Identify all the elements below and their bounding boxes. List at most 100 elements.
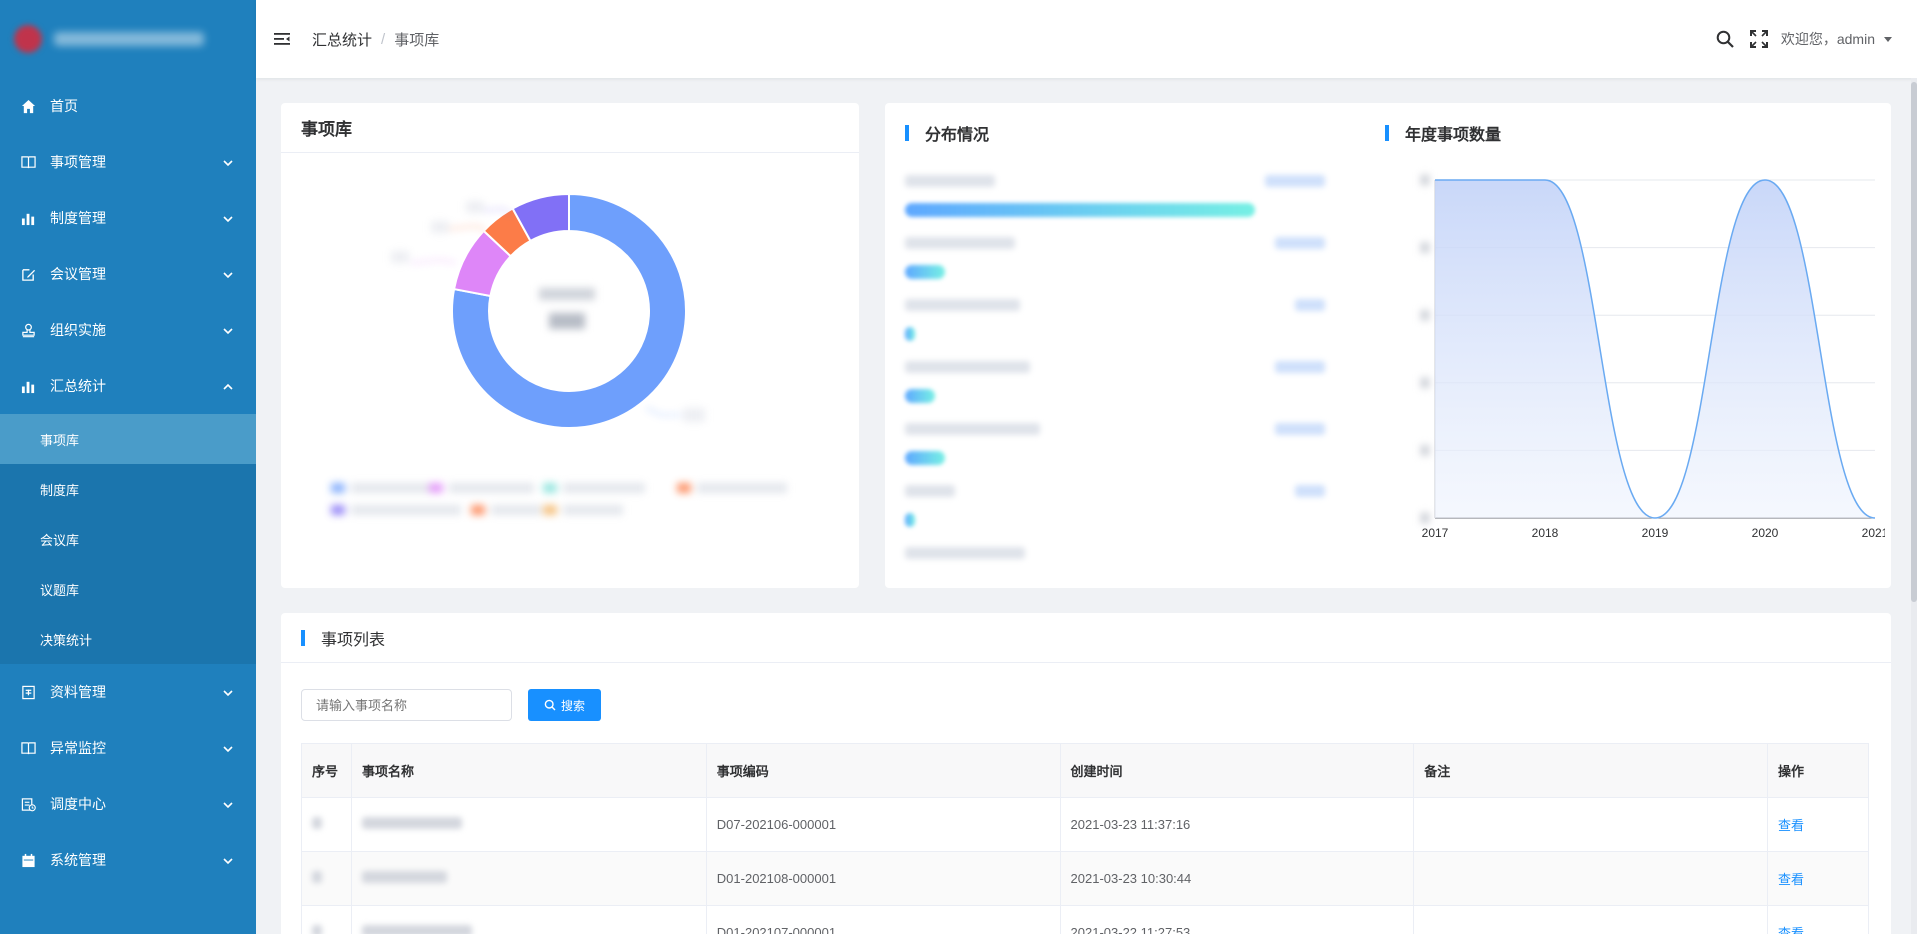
fullscreen-icon[interactable] [1749, 29, 1769, 49]
sidebar-item-label: 制度管理 [50, 210, 106, 226]
bar-chart-icon [20, 210, 36, 226]
row-code: D01-202107-000001 [705, 905, 1061, 934]
column-header-created: 创建时间 [1059, 743, 1415, 798]
caret-down-icon[interactable] [1883, 34, 1893, 44]
breadcrumb-item-current: 事项库 [394, 31, 440, 49]
sidebar-item-label: 组织实施 [50, 322, 106, 338]
x-tick-label: 2019 [1642, 526, 1669, 540]
x-tick-label: 2021 [1862, 526, 1885, 540]
row-action: 查看 [1767, 797, 1869, 852]
file-icon [20, 684, 36, 700]
sidebar-item-system-management[interactable]: 系统管理 [0, 832, 256, 888]
row-remark [1413, 797, 1769, 852]
view-link[interactable]: 查看 [1778, 818, 1804, 833]
card-header: 事项库 [281, 103, 859, 153]
table-header-row: 序号 事项名称 事项编码 创建时间 备注 操作 [301, 743, 1869, 798]
search-button[interactable]: 搜索 [528, 689, 601, 721]
home-icon [20, 98, 36, 114]
sidebar-item-material-management[interactable]: 资料管理 [0, 664, 256, 720]
logo-text-blurred [54, 32, 204, 46]
row-remark [1413, 905, 1769, 934]
sidebar-item-label: 事项管理 [50, 154, 106, 170]
x-tick-label: 2017 [1422, 526, 1449, 540]
row-created: 2021-03-23 11:37:16 [1059, 797, 1415, 852]
distribution-title: 分布情况 [905, 121, 989, 145]
chevron-down-icon [222, 742, 234, 754]
y-tick-label-blurred [1421, 513, 1429, 523]
y-tick-label-blurred [1421, 242, 1429, 253]
matter-name-search-input[interactable] [301, 689, 512, 721]
header-actions: 欢迎您，admin [1701, 0, 1893, 78]
row-index-blurred [301, 797, 352, 852]
row-action: 查看 [1767, 851, 1869, 906]
sidebar-item-label: 会议管理 [50, 266, 106, 282]
view-link[interactable]: 查看 [1778, 926, 1804, 934]
row-action: 查看 [1767, 905, 1869, 934]
sidebar-subitem-decision-statistics[interactable]: 决策统计 [0, 614, 256, 664]
y-tick-label-blurred [1421, 310, 1429, 321]
table-row: D01-202108-000001 2021-03-23 10:30:44 查看 [301, 851, 1869, 906]
sidebar-item-label: 调度中心 [50, 796, 106, 812]
row-code: D01-202108-000001 [705, 851, 1061, 906]
yearly-count-title: 年度事项数量 [1385, 121, 1501, 145]
row-remark [1413, 851, 1769, 906]
sidebar-item-label: 汇总统计 [50, 378, 106, 394]
column-header-remark: 备注 [1413, 743, 1769, 798]
search-icon [544, 699, 556, 711]
user-welcome[interactable]: 欢迎您，admin [1781, 29, 1875, 49]
sidebar-item-label: 系统管理 [50, 852, 106, 868]
stamp-icon [20, 322, 36, 338]
chevron-down-icon [222, 156, 234, 168]
sidebar-subitem-matter-library[interactable]: 事项库 [0, 414, 256, 464]
row-code: D07-202106-000001 [705, 797, 1061, 852]
sidebar: 首页 事项管理 制度管理 会议管理 组织实施 汇总统计 事项库 制度库 会议库 … [0, 0, 256, 934]
table-row: D07-202106-000001 2021-03-23 11:37:16 查看 [301, 797, 1869, 852]
donut-legend [331, 483, 787, 515]
row-name-blurred [350, 797, 707, 852]
sidebar-subitem-topic-library[interactable]: 议题库 [0, 564, 256, 614]
sidebar-item-matter-management[interactable]: 事项管理 [0, 134, 256, 190]
sidebar-item-label: 资料管理 [50, 684, 106, 700]
view-link[interactable]: 查看 [1778, 872, 1804, 887]
column-header-action: 操作 [1767, 743, 1869, 798]
chevron-down-icon [222, 268, 234, 280]
matter-list-card: 事项列表 搜索 序号 事项名称 事项编码 创建时间 备注 操作 D07-2021… [281, 613, 1891, 934]
row-index-blurred [301, 905, 352, 934]
y-tick-label-blurred [1421, 175, 1429, 185]
sidebar-item-home[interactable]: 首页 [0, 78, 256, 134]
sidebar-item-dispatch-center[interactable]: 调度中心 [0, 776, 256, 832]
breadcrumb-separator: / [381, 30, 386, 48]
chevron-down-icon [222, 212, 234, 224]
donut-center-label [539, 288, 595, 329]
sidebar-item-meeting-management[interactable]: 会议管理 [0, 246, 256, 302]
matter-table: 序号 事项名称 事项编码 创建时间 备注 操作 D07-202106-00000… [301, 743, 1869, 934]
search-icon[interactable] [1715, 29, 1735, 49]
summary-statistics-submenu: 事项库 制度库 会议库 议题库 决策统计 [0, 414, 256, 664]
sidebar-subitem-policy-library[interactable]: 制度库 [0, 464, 256, 514]
row-name-blurred [350, 905, 707, 934]
bar-chart-icon [20, 378, 36, 394]
edit-icon [20, 266, 36, 282]
row-index-blurred [301, 851, 352, 906]
app-logo [0, 0, 256, 78]
sidebar-item-implementation[interactable]: 组织实施 [0, 302, 256, 358]
sidebar-item-summary-statistics[interactable]: 汇总统计 [0, 358, 256, 414]
x-tick-label: 2020 [1752, 526, 1779, 540]
breadcrumb-item-summary-statistics[interactable]: 汇总统计 [312, 29, 372, 50]
chevron-up-icon [222, 380, 234, 392]
column-header-code: 事项编码 [705, 743, 1061, 798]
logo-mark [14, 25, 42, 53]
distribution-list-blurred [885, 175, 1365, 575]
row-created: 2021-03-22 11:27:53 [1059, 905, 1415, 934]
sidebar-item-label: 首页 [50, 98, 78, 114]
area-fill [1435, 180, 1875, 518]
card-header: 事项列表 [281, 613, 1891, 663]
page-scrollbar-thumb[interactable] [1911, 82, 1917, 602]
sidebar-item-policy-management[interactable]: 制度管理 [0, 190, 256, 246]
sidebar-subitem-meeting-library[interactable]: 会议库 [0, 514, 256, 564]
chevron-down-icon [222, 686, 234, 698]
sidebar-item-anomaly-monitoring[interactable]: 异常监控 [0, 720, 256, 776]
distribution-card: 分布情况 年度事项数量 2017 2018 2019 2020 2021 [885, 103, 1891, 588]
menu-fold-icon[interactable] [272, 29, 292, 49]
card-title: 事项库 [301, 120, 352, 139]
